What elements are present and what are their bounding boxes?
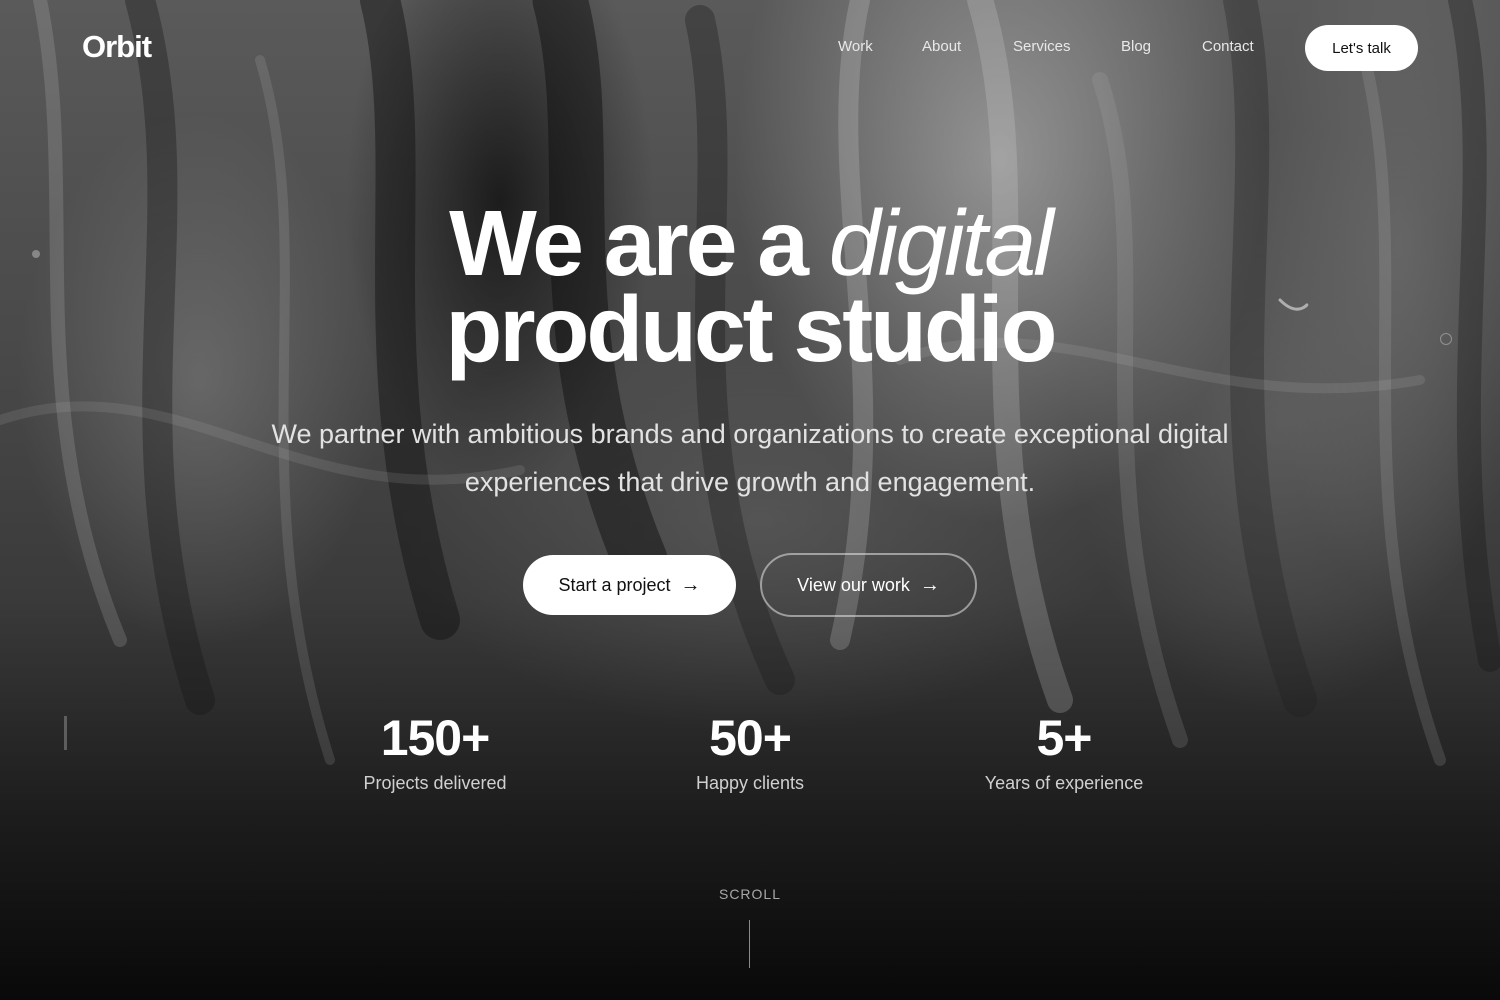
headline-line-2: product studio <box>445 277 1058 381</box>
view-work-label: View our work <box>797 574 910 595</box>
scroll-indicator-line <box>749 920 750 968</box>
nav-link-work[interactable]: Work <box>838 38 873 55</box>
stat-value: 50+ <box>709 710 792 766</box>
lets-talk-button[interactable]: Let's talk <box>1305 25 1418 71</box>
nav-link-about[interactable]: About <box>922 38 961 55</box>
nav-link-blog[interactable]: Blog <box>1121 38 1151 55</box>
start-project-label: Start a project <box>558 574 671 595</box>
stat-value: 150+ <box>380 710 491 766</box>
stat-label: Years of experience <box>984 773 1144 793</box>
main-nav: Work About Services Blog Contact <box>0 38 1500 58</box>
arrow-right-icon: → <box>680 574 701 596</box>
nav-link-services[interactable]: Services <box>1013 38 1071 55</box>
nav-link-contact[interactable]: Contact <box>1202 38 1254 55</box>
headline-line-1: We are a digital <box>0 197 1500 290</box>
start-project-button[interactable]: Start a project → <box>523 555 736 615</box>
hero-headline: We are a digital product studio <box>0 197 1500 381</box>
view-work-button[interactable]: View our work → <box>760 553 977 617</box>
particle-line <box>64 716 67 750</box>
stat-clients: 50+ Happy clients <box>600 710 900 794</box>
arrow-right-icon: → <box>919 574 940 596</box>
stat-label: Happy clients <box>695 773 805 793</box>
stat-value: 5+ <box>1036 710 1092 766</box>
stat-projects: 150+ Projects delivered <box>285 710 585 794</box>
hero-subtitle: We partner with ambitious brands and org… <box>271 419 1229 497</box>
stat-years: 5+ Years of experience <box>914 710 1214 794</box>
scroll-indicator-label[interactable]: SCROLL <box>700 886 800 902</box>
stat-label: Projects delivered <box>363 773 507 793</box>
